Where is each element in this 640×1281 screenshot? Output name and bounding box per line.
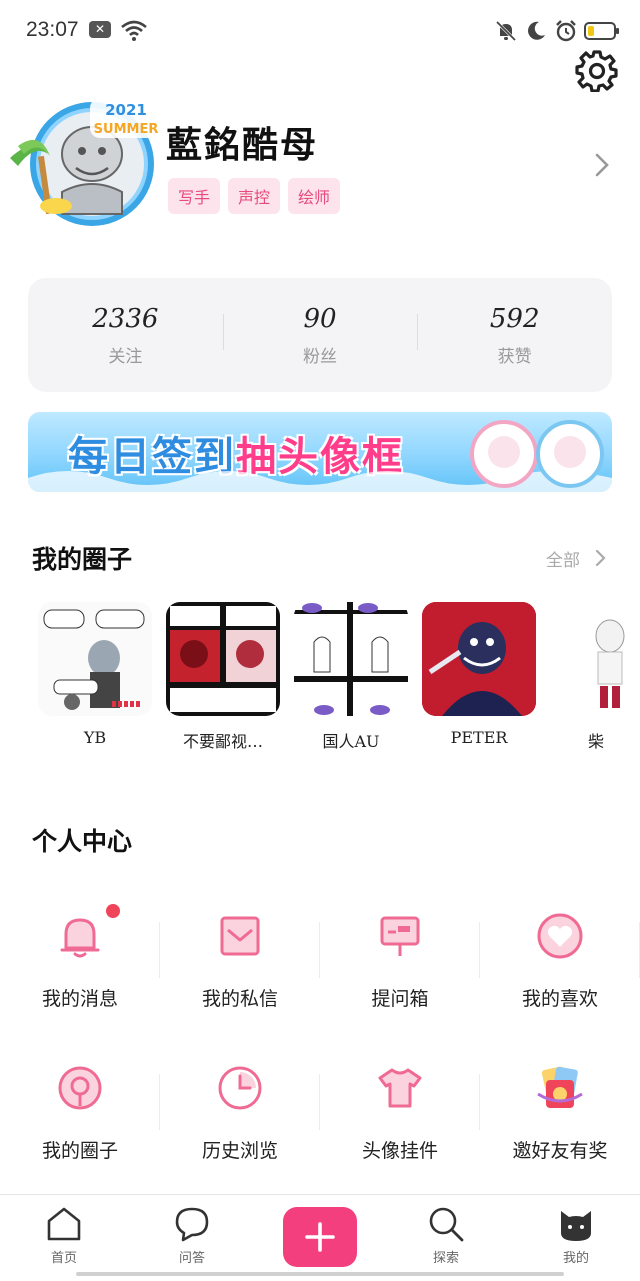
circle-item[interactable]: 柴 (550, 602, 640, 752)
circle-pin-icon (58, 1066, 102, 1110)
divider (319, 1074, 320, 1130)
nav-label: 探索 (432, 1251, 459, 1266)
bell-icon (60, 918, 100, 958)
divider (159, 1074, 160, 1130)
divider (479, 1074, 480, 1130)
circle-name: 国人AU (322, 732, 380, 751)
notification-icon: ✕ (89, 21, 111, 38)
circle-item[interactable]: 国人AU (294, 602, 408, 752)
profile-tag: 声控 (228, 178, 281, 214)
menu-label: 我的消息 (41, 988, 118, 1010)
menu-my-likes[interactable]: 我的喜欢 (480, 912, 640, 1032)
nav-label: 首页 (50, 1251, 77, 1266)
alarm-icon (556, 20, 576, 42)
stat-label: 粉丝 (303, 346, 337, 367)
divider (159, 922, 160, 978)
menu-history[interactable]: 历史浏览 (160, 1064, 320, 1184)
menu-invite-friends[interactable]: 邀好友有奖 (480, 1064, 640, 1184)
circle-name: 柴 (588, 732, 605, 751)
clock-icon (218, 1066, 262, 1110)
profile-tags: 写手 声控 绘师 (168, 178, 341, 214)
stat-label: 获赞 (497, 346, 532, 367)
menu-label: 我的私信 (201, 988, 278, 1010)
stat-label: 关注 (108, 346, 143, 367)
menu-label: 我的圈子 (41, 1140, 118, 1162)
nav-me[interactable]: 我的 (536, 1205, 616, 1266)
bottom-nav: 首页 问答 探索 我的 (0, 1194, 640, 1281)
menu-label: 头像挂件 (361, 1140, 438, 1162)
circle-name: PETER (450, 728, 508, 747)
circle-item[interactable]: YB (38, 602, 152, 747)
gift-icon (537, 1066, 583, 1108)
see-all-link[interactable]: 全部 (546, 546, 580, 571)
circle-name: YB (83, 728, 107, 747)
mute-bell-icon (495, 20, 517, 42)
menu-label: 我的喜欢 (521, 988, 598, 1010)
avatar[interactable]: 2021 SUMMER (4, 96, 164, 234)
profile-chevron-right-icon[interactable] (590, 152, 612, 178)
stat-likes[interactable]: 592 获赞 (417, 304, 612, 367)
see-all-chevron-icon[interactable] (594, 549, 606, 567)
circle-name: 不要鄙视… (182, 732, 263, 751)
add-post-button[interactable] (283, 1207, 357, 1267)
stat-value: 592 (489, 303, 540, 334)
status-bar: 23:07 ✕ (0, 0, 640, 62)
home-icon (47, 1207, 81, 1241)
menu-label: 邀好友有奖 (512, 1140, 608, 1162)
unread-badge-dot (106, 904, 120, 918)
svg-text:SUMMER: SUMMER (94, 122, 159, 137)
plus-icon (305, 1222, 335, 1252)
username: 藍銘酷母 (166, 124, 319, 166)
profile-tag: 写手 (168, 178, 221, 214)
stat-following[interactable]: 2336 关注 (28, 304, 223, 367)
menu-my-circles[interactable]: 我的圈子 (0, 1064, 160, 1184)
svg-text:2021: 2021 (105, 101, 147, 119)
circle-thumbnail (550, 602, 640, 716)
menu-label: 历史浏览 (201, 1140, 278, 1162)
nav-explore[interactable]: 探索 (406, 1205, 486, 1266)
personal-center-grid: 我的消息 我的私信 提问箱 我的喜欢 我的圈子 历史浏览 头像挂件 邀好友有奖 (0, 904, 640, 1162)
circle-item[interactable]: 不要鄙视… (166, 602, 280, 752)
menu-my-messages[interactable]: 我的消息 (0, 904, 160, 1032)
circles-section-title: 我的圈子 (32, 545, 133, 574)
menu-avatar-pendant[interactable]: 头像挂件 (320, 1064, 480, 1184)
circle-item[interactable]: PETER (422, 602, 536, 747)
moon-icon (528, 21, 545, 40)
stat-followers[interactable]: 90 粉丝 (222, 303, 418, 367)
circle-thumbnail (166, 602, 280, 716)
nav-qa[interactable]: 问答 (152, 1205, 232, 1266)
profile-tag: 绘师 (288, 178, 341, 214)
personal-center-title: 个人中心 (32, 827, 133, 856)
envelope-icon (220, 916, 260, 956)
stats-card: 2336 关注 90 粉丝 592 获赞 (28, 278, 612, 392)
cat-icon (561, 1211, 591, 1241)
nav-label: 我的 (562, 1251, 589, 1266)
checkin-banner[interactable]: 每日签到抽头像框 (28, 412, 612, 492)
nav-home[interactable]: 首页 (24, 1205, 104, 1266)
settings-gear-icon[interactable] (575, 48, 619, 92)
chat-icon (175, 1207, 209, 1242)
search-icon (429, 1207, 464, 1242)
circle-thumbnail (294, 602, 408, 716)
menu-private-messages[interactable]: 我的私信 (160, 912, 320, 1032)
circle-thumbnail (422, 602, 536, 716)
tshirt-icon (378, 1068, 422, 1108)
stat-value: 2336 (92, 303, 159, 334)
wifi-icon (121, 20, 147, 41)
divider (319, 922, 320, 978)
status-time: 23:07 (26, 18, 79, 41)
menu-question-box[interactable]: 提问箱 (320, 912, 480, 1032)
banner-avatar-frames (470, 420, 604, 488)
nav-label: 问答 (178, 1251, 205, 1266)
menu-label: 提问箱 (371, 988, 429, 1010)
battery-icon (584, 22, 619, 40)
home-indicator (76, 1272, 564, 1276)
circle-thumbnail (38, 602, 152, 716)
heart-icon (537, 913, 583, 959)
mailbox-icon (380, 916, 420, 956)
circles-row: YB 不要鄙视… 国人AU PETER 柴 (38, 602, 640, 762)
stat-value: 90 (303, 303, 337, 334)
status-icons (494, 16, 619, 46)
divider (479, 922, 480, 978)
